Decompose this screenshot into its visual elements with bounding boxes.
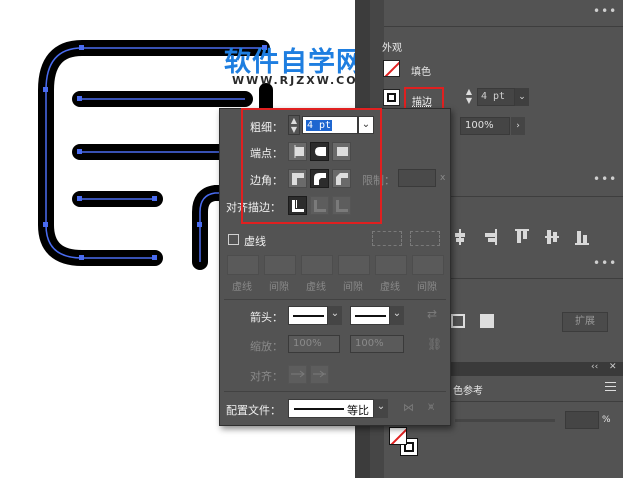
stroke-button-label: 描边 (412, 97, 432, 108)
divider (384, 26, 623, 27)
align-top-icon (515, 229, 529, 243)
opacity-arrow-icon[interactable]: › (511, 117, 525, 135)
gap-field-2[interactable] (338, 255, 370, 275)
gap-label-2: 间隙 (343, 282, 363, 293)
start-arrowhead-dropdown-icon[interactable]: ⌄ (328, 306, 342, 325)
align-bottom-icon (575, 231, 589, 245)
profile-dropdown-icon[interactable]: ⌄ (374, 399, 388, 418)
watermark-url: WWW.RJZXW.COM (232, 74, 371, 87)
dash-exact-align-icon[interactable] (410, 231, 440, 246)
dashed-checkbox[interactable] (228, 234, 239, 245)
dash-label-2: 虚线 (306, 282, 326, 293)
close-panel-icon[interactable]: ✕ (609, 362, 617, 372)
profile-value: 等比 (347, 404, 369, 417)
expand-button-label: 扩展 (575, 316, 595, 327)
none-slash-icon (390, 428, 406, 444)
gap-label-1: 间隙 (269, 282, 289, 293)
pathfinder-icon-2[interactable] (480, 314, 494, 328)
slider-value-input[interactable] (565, 411, 599, 429)
dash-field-1[interactable] (227, 255, 259, 275)
dash-corner-align-icon[interactable] (372, 231, 402, 246)
start-scale-value: 100% (293, 338, 322, 349)
dash-fields-row: 虚线 间隙 虚线 间隙 虚线 间隙 (227, 255, 445, 295)
opacity-input[interactable]: 100% (460, 117, 510, 135)
stroke-weight-value: 4 pt (481, 91, 506, 102)
dash-label-1: 虚线 (232, 282, 252, 293)
profile-select[interactable]: 等比 (288, 399, 374, 418)
stroke-options-highlight (241, 108, 382, 224)
scale-label: 缩放： (250, 340, 283, 353)
end-arrowhead-dropdown-icon[interactable]: ⌄ (390, 306, 404, 325)
divider (224, 299, 446, 300)
align-icons-row (455, 227, 623, 247)
align-right-icon (485, 229, 497, 245)
stroke-swatch[interactable] (383, 89, 400, 106)
fill-swatch-small[interactable] (389, 427, 407, 445)
appearance-title: 外观 (382, 43, 402, 54)
none-slash-icon (384, 61, 399, 76)
percent-sign: % (602, 415, 611, 425)
dash-field-2[interactable] (301, 255, 333, 275)
bar-1 (72, 91, 253, 107)
flip-horizontal-icon[interactable]: ⋈ (403, 401, 414, 414)
stroke-weight-input[interactable]: 4 pt (477, 88, 515, 106)
appearance-menu-icon[interactable]: ••• (593, 172, 617, 186)
profile-label: 配置文件： (226, 404, 281, 417)
dash-field-3[interactable] (375, 255, 407, 275)
expand-button[interactable]: 扩展 (562, 312, 608, 332)
divider (224, 391, 446, 392)
collapse-icon[interactable]: ‹‹ (591, 362, 598, 372)
end-scale-input[interactable]: 100% (350, 335, 404, 353)
stroke-swatch-inner (387, 93, 396, 102)
link-scale-icon[interactable]: ⛓ (427, 337, 442, 351)
weight-stepper-icon[interactable]: ▲ ▼ (463, 87, 475, 107)
gap-label-3: 间隙 (417, 282, 437, 293)
align-middle-icon (545, 230, 559, 244)
start-scale-input[interactable]: 100% (288, 335, 340, 353)
arrow-align-place-button[interactable] (310, 365, 329, 384)
dash-label-3: 虚线 (380, 282, 400, 293)
gap-field-1[interactable] (264, 255, 296, 275)
end-scale-value: 100% (355, 338, 384, 349)
dashed-label: 虚线 (244, 235, 266, 248)
weight-dropdown-icon[interactable]: ⌄ (515, 88, 529, 106)
fill-swatch[interactable] (383, 60, 400, 77)
opacity-value: 100% (465, 120, 494, 131)
arrow-align-extend-button[interactable] (288, 365, 307, 384)
bar-3 (72, 191, 163, 207)
color-guide-tab[interactable]: 色参考 (447, 378, 517, 400)
arrowhead-label: 箭头： (250, 311, 283, 324)
limit-input[interactable] (398, 169, 436, 187)
opacity-slider-track[interactable] (455, 419, 555, 422)
align-menu-icon[interactable]: ••• (593, 256, 617, 270)
panel-menu-icon[interactable]: ••• (593, 4, 617, 18)
fill-label: 填色 (411, 67, 431, 78)
stroke-popup-panel: 粗细： ▲ ▼ 4 pt ⌄ 端点： 边角： 限制： x 对齐描边： 虚线 虚线… (219, 108, 451, 426)
bar-2 (72, 144, 230, 160)
limit-suffix: x (440, 173, 446, 183)
color-guide-tab-label: 色参考 (453, 386, 483, 397)
flip-vertical-icon[interactable]: ⩙ (428, 400, 434, 414)
gap-field-3[interactable] (412, 255, 444, 275)
end-arrowhead-select[interactable] (350, 306, 390, 325)
pathfinder-icon[interactable] (451, 314, 465, 328)
swap-arrowheads-icon[interactable]: ⇄ (427, 307, 437, 321)
arrow-align-label: 对齐： (250, 370, 283, 383)
hamburger-menu-icon[interactable] (605, 382, 616, 391)
align-center-icon (455, 229, 465, 245)
start-arrowhead-select[interactable] (288, 306, 328, 325)
